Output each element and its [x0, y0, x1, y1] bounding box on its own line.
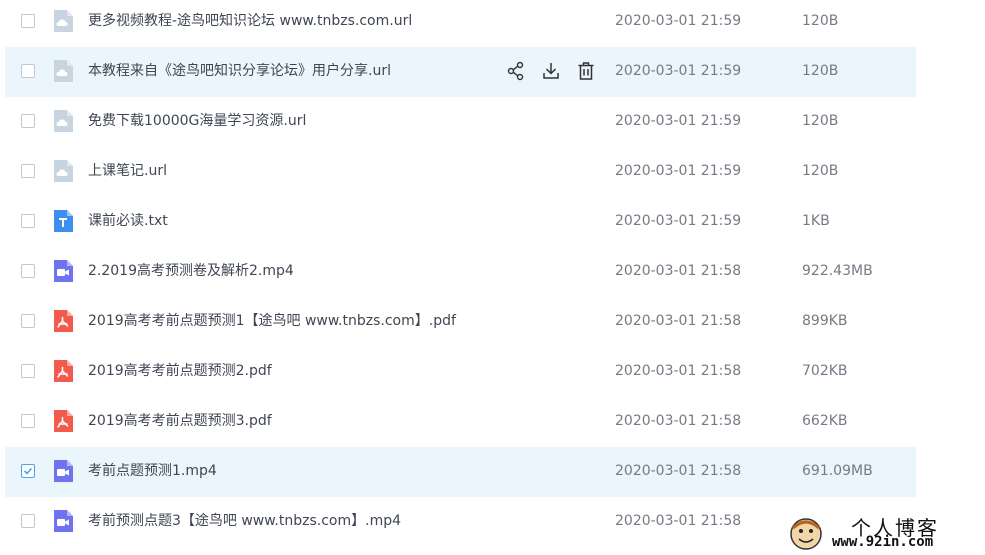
pdf-file-icon [52, 309, 74, 333]
share-icon[interactable] [505, 60, 527, 82]
file-name[interactable]: 2019高考考前点题预测1【途鸟吧 www.tnbzs.com】.pdf [88, 311, 456, 331]
file-name[interactable]: 本教程来自《途鸟吧知识分享论坛》用户分享.url [88, 61, 391, 81]
row-checkbox[interactable] [21, 14, 35, 28]
pdf-file-icon [52, 409, 74, 433]
file-size: 702KB [802, 363, 848, 379]
pdf-file-icon [52, 359, 74, 383]
file-size: 662KB [802, 413, 848, 429]
file-row[interactable]: 2019高考考前点题预测3.pdf 2020-03-01 21:58 662KB [5, 397, 916, 447]
row-checkbox[interactable] [21, 464, 35, 478]
file-name[interactable]: 上课笔记.url [88, 161, 167, 181]
file-size: 120B [802, 163, 839, 179]
file-size: 691.09MB [802, 463, 873, 479]
file-date: 2020-03-01 21:59 [615, 13, 742, 29]
file-date: 2020-03-01 21:59 [615, 113, 742, 129]
file-name[interactable]: 考前预测点题3【途鸟吧 www.tnbzs.com】.mp4 [88, 511, 401, 531]
file-size: 120B [802, 13, 839, 29]
row-checkbox[interactable] [21, 214, 35, 228]
file-row[interactable]: 考前预测点题3【途鸟吧 www.tnbzs.com】.mp4 2020-03-01… [5, 497, 916, 547]
row-checkbox[interactable] [21, 364, 35, 378]
row-checkbox[interactable] [21, 414, 35, 428]
file-size: 120B [802, 113, 839, 129]
file-size: 899KB [802, 313, 848, 329]
file-date: 2020-03-01 21:59 [615, 213, 742, 229]
file-name[interactable]: 2.2019高考预测卷及解析2.mp4 [88, 261, 294, 281]
file-name[interactable]: 2019高考考前点题预测2.pdf [88, 361, 272, 381]
url-file-icon [52, 109, 74, 133]
row-checkbox[interactable] [21, 114, 35, 128]
file-row[interactable]: 免费下载10000G海量学习资源.url 2020-03-01 21:59 120B [5, 97, 916, 147]
file-row[interactable]: 上课笔记.url 2020-03-01 21:59 120B [5, 147, 916, 197]
file-row[interactable]: 本教程来自《途鸟吧知识分享论坛》用户分享.url 2020-03-01 21:59… [5, 47, 916, 97]
txt-file-icon [52, 209, 74, 233]
file-name[interactable]: 考前点题预测1.mp4 [88, 461, 217, 481]
file-name[interactable]: 更多视频教程-途鸟吧知识论坛 www.tnbzs.com.url [88, 11, 412, 31]
file-row[interactable]: 2019高考考前点题预测1【途鸟吧 www.tnbzs.com】.pdf 2020… [5, 297, 916, 347]
file-row[interactable]: 2019高考考前点题预测2.pdf 2020-03-01 21:58 702KB [5, 347, 916, 397]
file-date: 2020-03-01 21:58 [615, 313, 742, 329]
file-row[interactable]: 更多视频教程-途鸟吧知识论坛 www.tnbzs.com.url 2020-03-… [5, 0, 916, 47]
url-file-icon [52, 159, 74, 183]
file-size: 120B [802, 63, 839, 79]
file-name[interactable]: 免费下载10000G海量学习资源.url [88, 111, 306, 131]
watermark-avatar-icon [790, 518, 822, 550]
file-row[interactable]: 考前点题预测1.mp4 2020-03-01 21:58 691.09MB [5, 447, 916, 497]
file-date: 2020-03-01 21:59 [615, 163, 742, 179]
video-file-icon [52, 509, 74, 533]
url-file-icon [52, 59, 74, 83]
row-checkbox[interactable] [21, 64, 35, 78]
video-file-icon [52, 259, 74, 283]
file-date: 2020-03-01 21:58 [615, 263, 742, 279]
file-date: 2020-03-01 21:58 [615, 413, 742, 429]
file-size: 1KB [802, 213, 830, 229]
delete-icon[interactable] [575, 60, 597, 82]
row-checkbox[interactable] [21, 314, 35, 328]
row-checkbox[interactable] [21, 514, 35, 528]
watermark-url: www.92in.com [832, 534, 934, 550]
file-row[interactable]: 课前必读.txt 2020-03-01 21:59 1KB [5, 197, 916, 247]
file-name[interactable]: 2019高考考前点题预测3.pdf [88, 411, 272, 431]
watermark: 个人博客 www.92in.com [788, 512, 978, 552]
row-checkbox[interactable] [21, 164, 35, 178]
download-icon[interactable] [540, 60, 562, 82]
file-name[interactable]: 课前必读.txt [88, 211, 168, 231]
file-row[interactable]: 2.2019高考预测卷及解析2.mp4 2020-03-01 21:58 922.4… [5, 247, 916, 297]
file-date: 2020-03-01 21:59 [615, 63, 742, 79]
url-file-icon [52, 9, 74, 33]
file-date: 2020-03-01 21:58 [615, 513, 742, 529]
file-date: 2020-03-01 21:58 [615, 363, 742, 379]
file-date: 2020-03-01 21:58 [615, 463, 742, 479]
video-file-icon [52, 459, 74, 483]
file-size: 922.43MB [802, 263, 873, 279]
row-checkbox[interactable] [21, 264, 35, 278]
checkmark-icon [23, 467, 33, 475]
